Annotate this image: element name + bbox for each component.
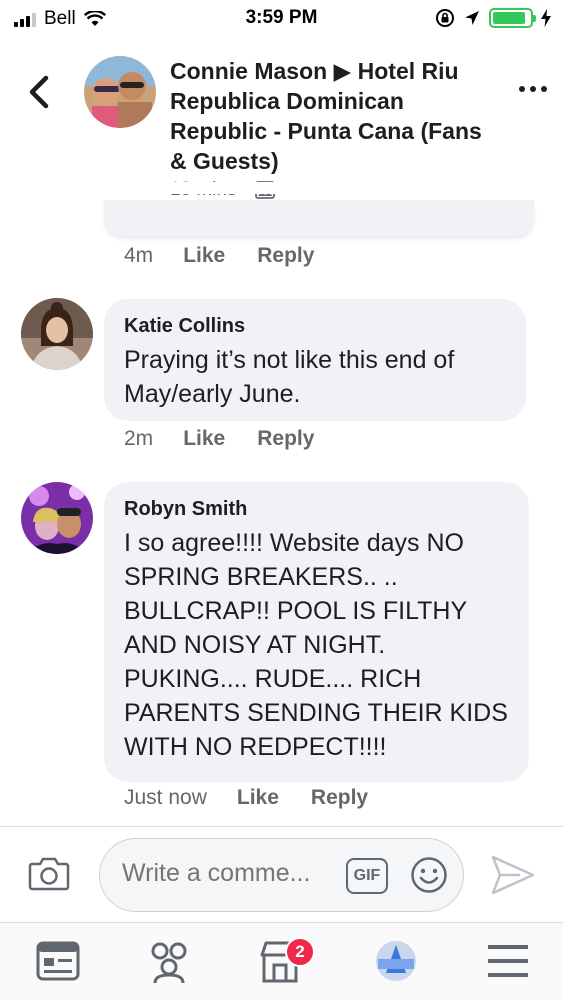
commenter-avatar[interactable] — [21, 298, 93, 370]
comment-text: I so agree!!!! Website days NO SPRING BR… — [124, 529, 508, 761]
commenter-avatar[interactable] — [21, 482, 93, 554]
marketplace-badge: 2 — [285, 937, 315, 967]
composer-divider — [0, 826, 563, 827]
back-chevron-icon[interactable] — [24, 74, 56, 110]
groups-icon[interactable] — [145, 937, 193, 985]
avatar-icon[interactable] — [372, 937, 420, 985]
gif-button[interactable]: GIF — [346, 858, 388, 894]
comment-time: 4m — [124, 244, 154, 267]
charging-bolt-icon — [541, 9, 551, 27]
like-button[interactable]: Like — [237, 786, 279, 810]
like-button[interactable]: Like — [183, 244, 225, 268]
comment-bubble[interactable]: Katie Collins Praying it’s not like this… — [104, 299, 526, 421]
previous-comment-bubble — [104, 200, 534, 236]
location-arrow-icon — [465, 11, 479, 25]
camera-icon[interactable] — [28, 855, 70, 891]
more-options-icon[interactable] — [519, 86, 547, 92]
battery-icon — [489, 8, 536, 28]
poster-avatar-image — [84, 56, 156, 128]
status-bar: Bell 3:59 PM — [0, 0, 563, 38]
send-icon[interactable] — [490, 853, 536, 897]
menu-icon[interactable] — [484, 937, 532, 985]
bottom-tab-bar — [0, 923, 563, 1000]
header-bottom-edge — [0, 182, 563, 194]
reply-button[interactable]: Reply — [257, 244, 314, 268]
comment-input[interactable] — [122, 859, 342, 888]
comment-time: 2m — [124, 427, 154, 450]
previous-comment-actions: 4m Like Reply — [124, 244, 314, 268]
comment-text: Praying it’s not like this end of May/ea… — [124, 346, 455, 408]
comment-composer[interactable]: GIF — [99, 838, 464, 912]
robyn-avatar-image — [21, 482, 93, 554]
post-title[interactable]: Connie Mason ▶ Hotel Riu Republica Domin… — [170, 56, 500, 176]
katie-avatar-image — [21, 298, 93, 370]
reply-button[interactable]: Reply — [257, 427, 314, 451]
comment-bubble[interactable]: Robyn Smith I so agree!!!! Website days … — [104, 482, 529, 782]
news-feed-icon[interactable] — [34, 937, 82, 985]
reply-button[interactable]: Reply — [311, 786, 368, 810]
like-button[interactable]: Like — [183, 427, 225, 451]
comment-actions: 2m Like Reply — [124, 427, 314, 451]
poster-avatar[interactable] — [84, 56, 156, 128]
comment-author[interactable]: Katie Collins — [124, 313, 506, 339]
status-icons — [435, 8, 551, 28]
emoji-icon[interactable] — [410, 856, 448, 894]
comment-time: Just now — [124, 786, 207, 809]
comment-author[interactable]: Robyn Smith — [124, 496, 509, 522]
comment-actions: Just now Like Reply — [124, 786, 368, 810]
rotation-lock-icon — [436, 9, 454, 27]
